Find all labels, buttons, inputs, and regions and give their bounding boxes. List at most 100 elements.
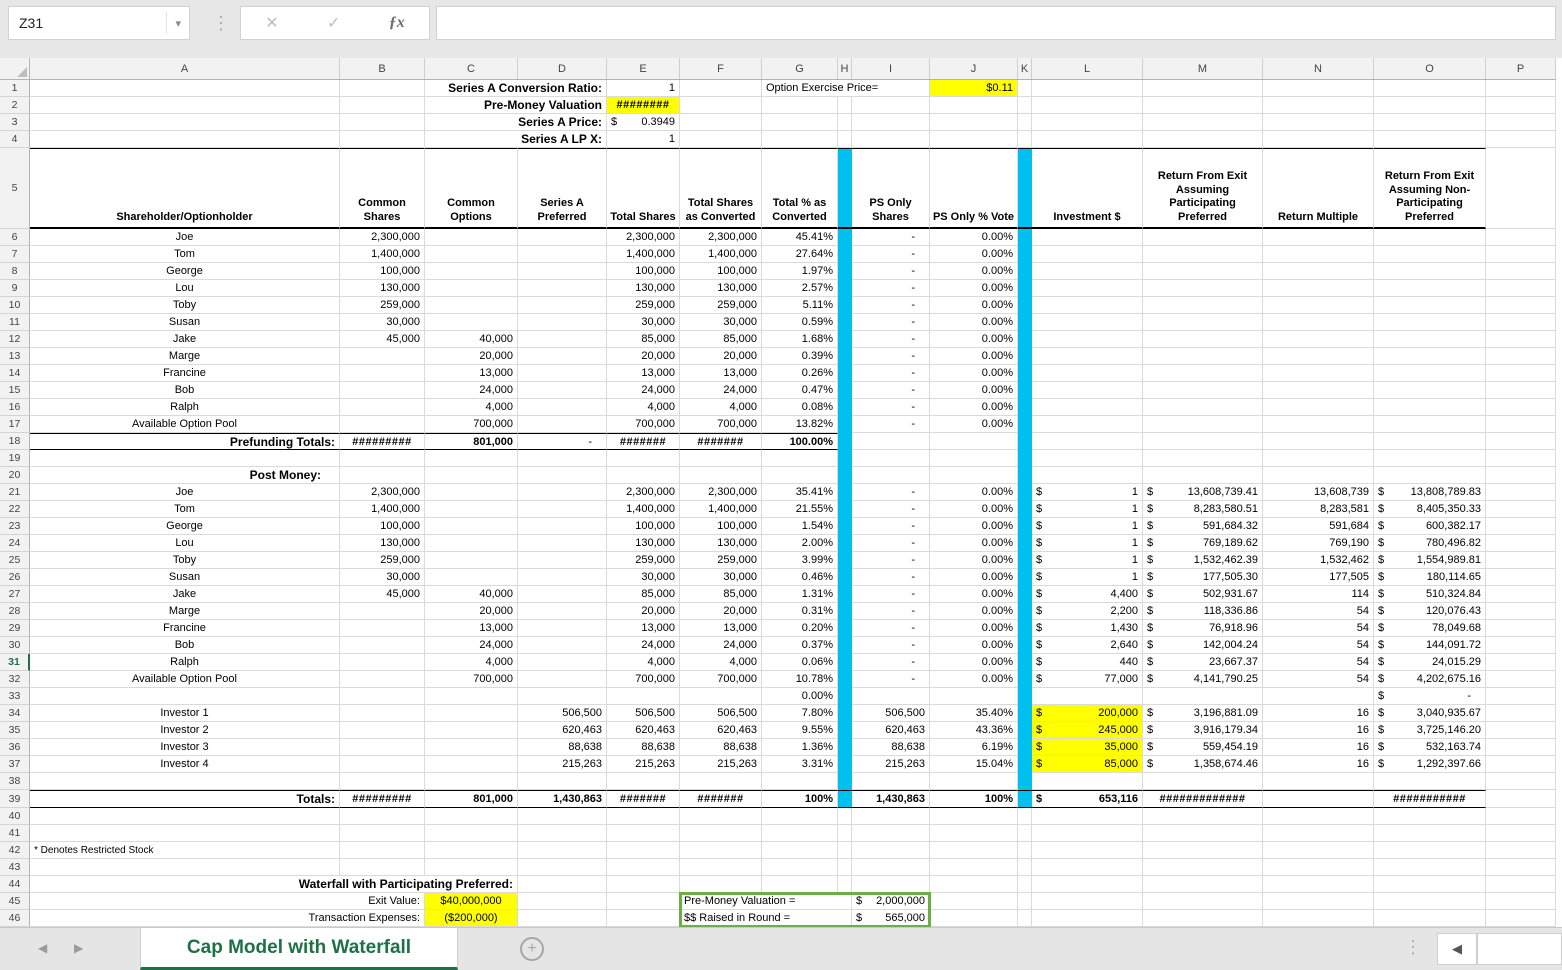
cell-G40[interactable] <box>762 808 838 825</box>
cell-C42[interactable] <box>425 842 518 859</box>
cell-K10[interactable] <box>1018 297 1032 314</box>
cell-B6[interactable]: 2,300,000 <box>340 229 425 246</box>
cell-M16[interactable] <box>1143 399 1263 416</box>
cell-O21[interactable]: $13,808,789.83 <box>1374 484 1486 501</box>
cell-M13[interactable] <box>1143 348 1263 365</box>
cell-O35[interactable]: $3,725,146.20 <box>1374 722 1486 739</box>
cell-P23[interactable] <box>1486 518 1556 535</box>
cell-K43[interactable] <box>1018 859 1032 876</box>
row-header-9[interactable]: 9 <box>0 280 30 297</box>
cell-O3[interactable] <box>1374 114 1486 131</box>
cell-D44[interactable] <box>518 876 607 893</box>
row-header-3[interactable]: 3 <box>0 114 30 131</box>
cell-L45[interactable] <box>1032 893 1143 910</box>
cell-F12[interactable]: 85,000 <box>680 331 762 348</box>
cell-E12[interactable]: 85,000 <box>607 331 680 348</box>
cell-K21[interactable] <box>1018 484 1032 501</box>
cell-I23[interactable]: - <box>852 518 930 535</box>
cell-P11[interactable] <box>1486 314 1556 331</box>
cell-H25[interactable] <box>838 552 852 569</box>
cell-B35[interactable] <box>340 722 425 739</box>
cell-C13[interactable]: 20,000 <box>425 348 518 365</box>
cell-K3[interactable] <box>1018 114 1032 131</box>
cell-O34[interactable]: $3,040,935.67 <box>1374 705 1486 722</box>
cell-N35[interactable]: 16 <box>1263 722 1374 739</box>
cell-L19[interactable] <box>1032 450 1143 467</box>
cell-L5[interactable]: Investment $ <box>1032 148 1143 229</box>
cell-A45[interactable]: Exit Value: <box>30 893 425 910</box>
cell-E32[interactable]: 700,000 <box>607 671 680 688</box>
cell-L3[interactable] <box>1032 114 1143 131</box>
cell-F41[interactable] <box>680 825 762 842</box>
cell-I43[interactable] <box>852 859 930 876</box>
cell-E42[interactable] <box>607 842 680 859</box>
cell-O14[interactable] <box>1374 365 1486 382</box>
cell-D6[interactable] <box>518 229 607 246</box>
cell-B10[interactable]: 259,000 <box>340 297 425 314</box>
cell-L34[interactable]: $200,000 <box>1032 705 1143 722</box>
cell-H23[interactable] <box>838 518 852 535</box>
cell-K25[interactable] <box>1018 552 1032 569</box>
row-header-33[interactable]: 33 <box>0 688 30 705</box>
cell-K6[interactable] <box>1018 229 1032 246</box>
cell-B33[interactable] <box>340 688 425 705</box>
cell-E18[interactable]: ####### <box>607 433 680 450</box>
cell-A19[interactable] <box>30 450 340 467</box>
cell-D12[interactable] <box>518 331 607 348</box>
cell-M35[interactable]: $3,916,179.34 <box>1143 722 1263 739</box>
cell-H24[interactable] <box>838 535 852 552</box>
row-header-15[interactable]: 15 <box>0 382 30 399</box>
cell-A24[interactable]: Lou <box>30 535 340 552</box>
cell-L10[interactable] <box>1032 297 1143 314</box>
cell-P24[interactable] <box>1486 535 1556 552</box>
cell-H39[interactable] <box>838 790 852 808</box>
row-header-37[interactable]: 37 <box>0 756 30 773</box>
cell-G28[interactable]: 0.31% <box>762 603 838 620</box>
cell-H20[interactable] <box>838 467 852 484</box>
cell-G39[interactable]: 100% <box>762 790 838 808</box>
cell-E3[interactable]: $0.3949 <box>607 114 680 131</box>
cell-G36[interactable]: 1.36% <box>762 739 838 756</box>
cell-J9[interactable]: 0.00% <box>930 280 1018 297</box>
cell-J6[interactable]: 0.00% <box>930 229 1018 246</box>
cell-J23[interactable]: 0.00% <box>930 518 1018 535</box>
cell-G4[interactable] <box>762 131 838 148</box>
cell-I35[interactable]: 620,463 <box>852 722 930 739</box>
cell-B28[interactable] <box>340 603 425 620</box>
cell-I4[interactable] <box>852 131 930 148</box>
cell-A28[interactable]: Marge <box>30 603 340 620</box>
next-sheet-icon[interactable]: ▶ <box>74 941 83 955</box>
cell-L33[interactable] <box>1032 688 1143 705</box>
cell-C2[interactable]: Pre-Money Valuation <box>425 97 607 114</box>
cell-E44[interactable] <box>607 876 680 893</box>
cell-P27[interactable] <box>1486 586 1556 603</box>
cell-K41[interactable] <box>1018 825 1032 842</box>
cell-B36[interactable] <box>340 739 425 756</box>
cell-A21[interactable]: Joe <box>30 484 340 501</box>
cell-M46[interactable] <box>1143 910 1263 927</box>
row-header-19[interactable]: 19 <box>0 450 30 467</box>
cell-M10[interactable] <box>1143 297 1263 314</box>
row-header-45[interactable]: 45 <box>0 893 30 910</box>
cell-I24[interactable]: - <box>852 535 930 552</box>
cell-N15[interactable] <box>1263 382 1374 399</box>
cell-K9[interactable] <box>1018 280 1032 297</box>
cell-C35[interactable] <box>425 722 518 739</box>
cell-N28[interactable]: 54 <box>1263 603 1374 620</box>
cell-H41[interactable] <box>838 825 852 842</box>
cell-A8[interactable]: George <box>30 263 340 280</box>
cell-D8[interactable] <box>518 263 607 280</box>
cell-F15[interactable]: 24,000 <box>680 382 762 399</box>
cell-L36[interactable]: $35,000 <box>1032 739 1143 756</box>
row-header-14[interactable]: 14 <box>0 365 30 382</box>
cell-F17[interactable]: 700,000 <box>680 416 762 433</box>
cell-J12[interactable]: 0.00% <box>930 331 1018 348</box>
cell-O43[interactable] <box>1374 859 1486 876</box>
cell-O29[interactable]: $78,049.68 <box>1374 620 1486 637</box>
cell-G21[interactable]: 35.41% <box>762 484 838 501</box>
cell-L37[interactable]: $85,000 <box>1032 756 1143 773</box>
cell-I44[interactable] <box>852 876 930 893</box>
cell-P33[interactable] <box>1486 688 1556 705</box>
cell-D14[interactable] <box>518 365 607 382</box>
cell-G9[interactable]: 2.57% <box>762 280 838 297</box>
